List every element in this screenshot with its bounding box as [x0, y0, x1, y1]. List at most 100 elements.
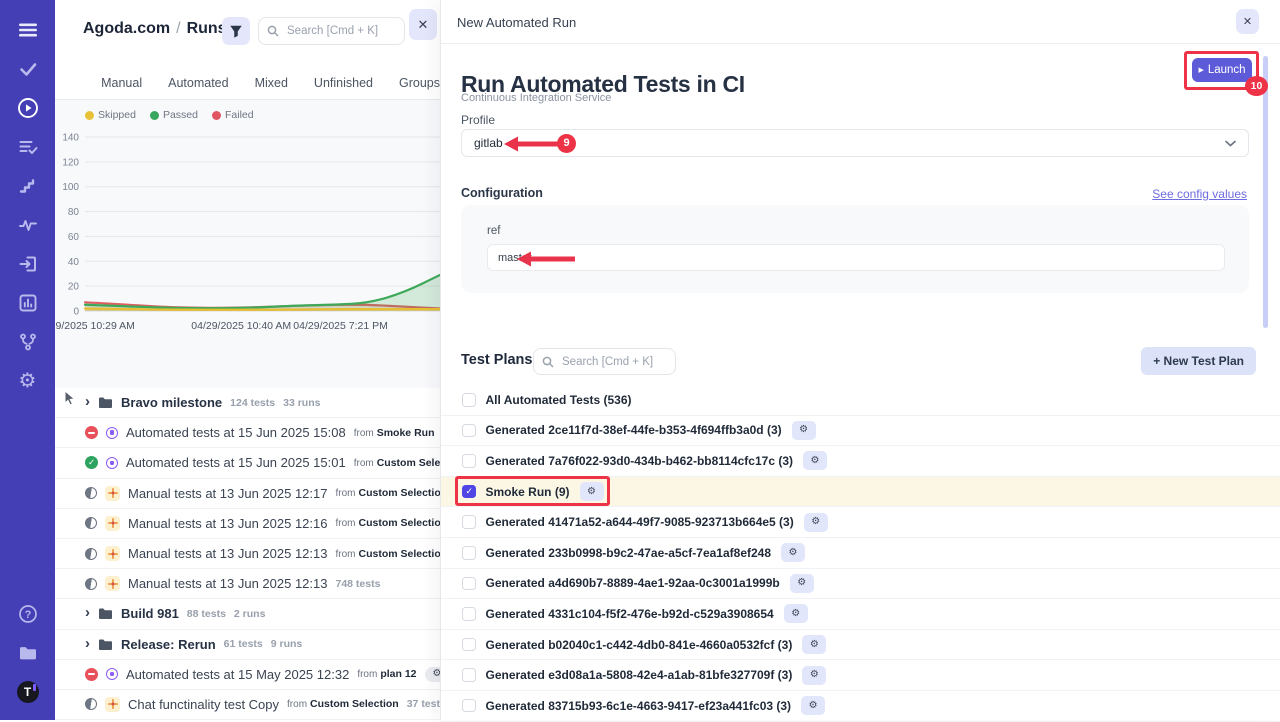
test-plan-checkbox[interactable]	[462, 638, 476, 652]
test-plan-checkbox[interactable]	[462, 424, 476, 438]
test-plan-settings-button[interactable]: ⚙	[804, 513, 828, 532]
run-row[interactable]: Automated tests at 15 May 2025 12:32from…	[55, 660, 440, 690]
run-group-row[interactable]: ›Build 98188 tests2 runs	[55, 599, 440, 629]
test-plan-row[interactable]: Generated 2ce11f7d-38ef-44fe-b353-4f694f…	[441, 416, 1280, 447]
run-row[interactable]: Manual tests at 13 Jun 2025 12:17fromCus…	[55, 479, 440, 509]
scrollbar-thumb[interactable]	[1263, 56, 1268, 328]
test-plan-row[interactable]: Generated a4d690b7-8889-4ae1-92aa-0c3001…	[441, 569, 1280, 600]
status-progress-icon	[85, 548, 97, 560]
run-row[interactable]: Manual tests at 13 Jun 2025 12:13fromCus…	[55, 539, 440, 569]
tab-groups[interactable]: Groups	[399, 76, 440, 90]
launch-button[interactable]: ▶ Launch	[1192, 58, 1252, 82]
test-plan-checkbox[interactable]	[462, 454, 476, 468]
test-plan-row[interactable]: Generated 233b0998-b9c2-47ae-a5cf-7ea1af…	[441, 538, 1280, 569]
test-plan-settings-button[interactable]: ⚙	[792, 421, 816, 440]
tab-mixed[interactable]: Mixed	[255, 76, 288, 90]
test-plan-checkbox[interactable]	[462, 485, 476, 499]
test-plan-checkbox[interactable]	[462, 515, 476, 529]
run-source-name: Custom Selection	[358, 487, 440, 499]
run-row[interactable]: Automated tests at 15 Jun 2025 15:08from…	[55, 418, 440, 448]
ref-input[interactable]	[487, 244, 1225, 271]
run-group-name: Build 981	[121, 606, 179, 621]
run-title: Manual tests at 13 Jun 2025 12:17	[128, 486, 327, 501]
test-plan-settings-button[interactable]: ⚙	[790, 574, 814, 593]
list-check-icon[interactable]	[14, 133, 42, 161]
test-plan-settings-button[interactable]: ⚙	[803, 451, 827, 470]
test-plan-label: Generated 4331c104-f5f2-476e-b92d-c529a3…	[486, 607, 774, 621]
test-plan-row[interactable]: Generated 83715b93-6c1e-4663-9417-ef23a4…	[441, 691, 1280, 722]
runs-search-input[interactable]	[285, 24, 396, 38]
test-plan-row[interactable]: Smoke Run (9)⚙	[441, 477, 1280, 508]
profile-select[interactable]: gitlab	[461, 129, 1249, 157]
play-circle-icon[interactable]	[14, 94, 42, 122]
import-icon[interactable]	[14, 250, 42, 278]
see-config-values-link[interactable]: See config values	[1152, 187, 1247, 201]
test-plan-label: Generated e3d08a1a-5808-42e4-a1ab-81bfe3…	[486, 668, 793, 682]
steps-icon[interactable]	[14, 172, 42, 200]
svg-text:04/29/2025 7:21 PM: 04/29/2025 7:21 PM	[293, 320, 388, 332]
run-source: fromSmoke Run	[354, 427, 435, 439]
test-plan-checkbox[interactable]	[462, 393, 476, 407]
test-plan-label: Generated 2ce11f7d-38ef-44fe-b353-4f694f…	[486, 423, 782, 437]
chevron-right-icon[interactable]: ›	[85, 636, 90, 651]
menu-icon[interactable]	[14, 16, 42, 44]
run-group-meta: 2 runs	[234, 608, 266, 620]
gear-icon[interactable]: ⚙	[14, 367, 42, 395]
status-progress-icon	[85, 487, 97, 499]
app-sidebar: ⚙ ? T	[0, 0, 55, 720]
gear-icon: ⚙	[789, 548, 798, 558]
tab-automated[interactable]: Automated	[168, 76, 228, 90]
test-plan-checkbox[interactable]	[462, 699, 476, 713]
test-plans-search-input[interactable]	[560, 355, 667, 369]
test-plan-row[interactable]: Generated e3d08a1a-5808-42e4-a1ab-81bfe3…	[441, 660, 1280, 691]
test-plan-row[interactable]: All Automated Tests (536)	[441, 385, 1280, 416]
run-row[interactable]: Manual tests at 13 Jun 2025 12:16fromCus…	[55, 509, 440, 539]
breadcrumb-separator: /	[176, 20, 180, 37]
test-plan-settings-button[interactable]: ⚙	[784, 604, 808, 623]
folder-icon[interactable]	[14, 639, 42, 667]
test-plan-checkbox[interactable]	[462, 607, 476, 621]
test-plan-checkbox[interactable]	[462, 577, 476, 591]
run-group-row[interactable]: ›Release: Rerun61 tests9 runs	[55, 630, 440, 660]
run-settings-tag[interactable]: ⚙test	[425, 667, 441, 682]
tab-unfinished[interactable]: Unfinished	[314, 76, 373, 90]
test-plan-settings-button[interactable]: ⚙	[801, 696, 825, 715]
test-plan-settings-button[interactable]: ⚙	[802, 635, 826, 654]
help-icon[interactable]: ?	[14, 600, 42, 628]
test-plan-checkbox[interactable]	[462, 668, 476, 682]
run-row[interactable]: Chat functinality test CopyfromCustom Se…	[55, 690, 440, 720]
chevron-right-icon[interactable]: ›	[85, 605, 90, 620]
test-plan-settings-button[interactable]: ⚙	[802, 666, 826, 685]
svg-text:100: 100	[62, 182, 79, 193]
tab-manual[interactable]: Manual	[101, 76, 142, 90]
close-runs-panel-button[interactable]: ✕	[409, 9, 437, 40]
new-test-plan-button[interactable]: + New Test Plan	[1141, 347, 1256, 375]
bar-chart-icon[interactable]	[14, 289, 42, 317]
test-plan-settings-button[interactable]: ⚙	[781, 543, 805, 562]
run-row[interactable]: Manual tests at 13 Jun 2025 12:13748 tes…	[55, 569, 440, 599]
chevron-right-icon[interactable]: ›	[85, 394, 90, 409]
run-group-row[interactable]: ›Bravo milestone124 tests33 runs	[55, 388, 440, 418]
run-source-name: plan 12	[380, 668, 416, 680]
profile-value: gitlab	[474, 136, 503, 150]
run-meta: 37 tests	[407, 698, 440, 710]
run-row[interactable]: ✓Automated tests at 15 Jun 2025 15:01fro…	[55, 448, 440, 478]
test-plan-row[interactable]: Generated 7a76f022-93d0-434b-b462-bb8114…	[441, 446, 1280, 477]
test-plan-row[interactable]: Generated b02040c1-c442-4db0-841e-4660a0…	[441, 630, 1280, 661]
test-plan-checkbox[interactable]	[462, 546, 476, 560]
sparkle-icon	[108, 488, 118, 498]
close-drawer-button[interactable]: ✕	[1236, 9, 1259, 34]
user-avatar[interactable]: T	[14, 678, 42, 706]
branch-icon[interactable]	[14, 328, 42, 356]
filter-button[interactable]	[222, 17, 250, 45]
check-icon[interactable]	[14, 55, 42, 83]
activity-icon[interactable]	[14, 211, 42, 239]
gear-icon: ⚙	[799, 425, 808, 435]
test-plan-row[interactable]: Generated 41471a52-a644-49f7-9085-923713…	[441, 507, 1280, 538]
breadcrumb-project[interactable]: Agoda.com	[83, 20, 170, 37]
test-plan-settings-button[interactable]: ⚙	[580, 482, 604, 501]
test-plan-row[interactable]: Generated 4331c104-f5f2-476e-b92d-c529a3…	[441, 599, 1280, 630]
runs-chart-zone: SkippedPassedFailed 02040608010012014004…	[55, 100, 440, 388]
profile-label: Profile	[461, 113, 495, 127]
breadcrumb-page: Runs	[187, 20, 227, 37]
